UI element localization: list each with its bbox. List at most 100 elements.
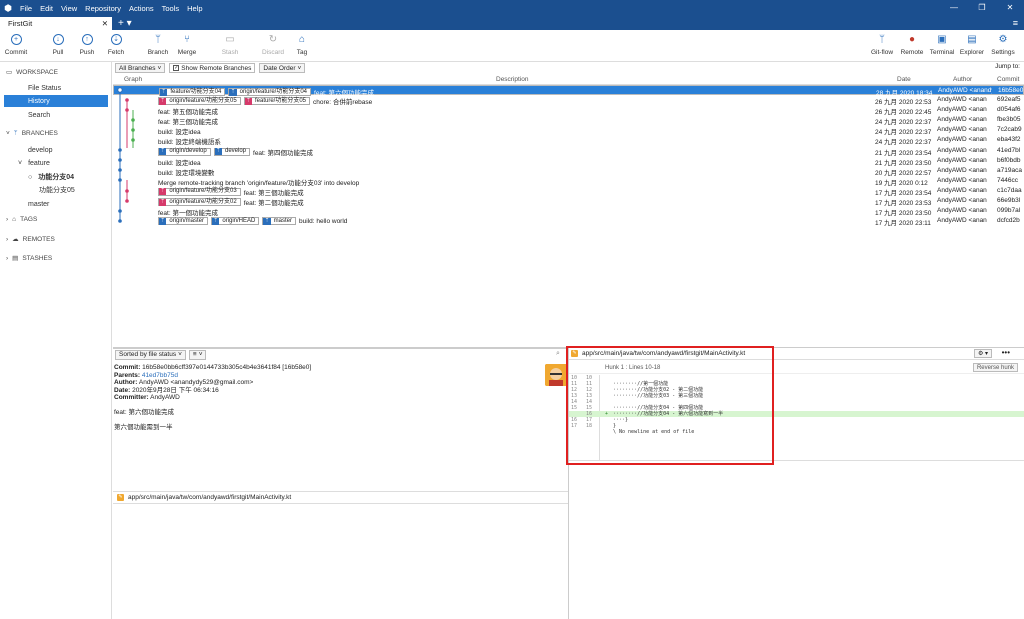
stash-icon: ▭: [225, 33, 235, 45]
branch-label[interactable]: ᛘ master: [262, 217, 296, 226]
commit-row[interactable]: build: 設定idea 21 九月 2020 23:50 AndyAWD <an…: [113, 156, 1024, 167]
changed-file-row[interactable]: ✎ app/src/main/java/tw/com/andyawd/first…: [113, 491, 568, 504]
commit-hash: a719aca: [997, 166, 1022, 174]
menu-actions[interactable]: Actions: [129, 4, 154, 13]
new-tab-button[interactable]: + ▾: [112, 17, 138, 30]
commit-row[interactable]: ᛘ origin/feature/功能分支03 feat: 第三個功能完成 17 九月…: [113, 186, 1024, 197]
order-select[interactable]: Date Order ˅: [259, 63, 306, 73]
menu-file[interactable]: File: [20, 4, 32, 13]
branch-label[interactable]: ᛘ origin/feature/功能分支03: [158, 187, 241, 196]
explorer-button[interactable]: ▤ Explorer: [956, 32, 988, 57]
window-controls: — ❐ ✕: [940, 0, 1024, 16]
branch-name: origin/HEAD: [222, 217, 256, 224]
menu-repository[interactable]: Repository: [85, 4, 121, 13]
commit-row[interactable]: build: 設定環境變數 20 九月 2020 22:57 AndyAWD <an…: [113, 166, 1024, 177]
workspace-section[interactable]: ▭ WORKSPACE: [6, 68, 58, 77]
branch-label[interactable]: ᛘ origin/HEAD: [211, 217, 260, 226]
fetch-button[interactable]: ⇣ Fetch: [100, 32, 132, 56]
sidebar-item-file-status[interactable]: File Status: [4, 82, 108, 94]
sidebar-item-feature-05[interactable]: 功能分支05: [4, 184, 108, 196]
branches-section[interactable]: ˅ ᛘ BRANCHES: [6, 130, 58, 137]
column-commit[interactable]: Commit: [997, 76, 1019, 83]
sidebar-item-feature[interactable]: ˅ feature: [4, 157, 108, 169]
maximize-icon[interactable]: ❐: [968, 0, 996, 16]
stashes-section[interactable]: › ▤ STASHES: [6, 254, 52, 263]
view-mode-select[interactable]: ≡ ˅: [188, 349, 207, 360]
reverse-hunk-button[interactable]: Reverse hunk: [972, 363, 1018, 372]
branch-button[interactable]: ᛘ Branch: [142, 32, 174, 57]
sidebar-item-master[interactable]: master: [4, 198, 108, 210]
tab-firstgit[interactable]: FirstGit ✕: [0, 17, 112, 30]
commit-author: AndyAWD <anan: [937, 116, 987, 124]
commit-list: ᛘ feature/功能分支04 ᛘ origin/feature/功能分支04 fea…: [113, 85, 1024, 227]
branch-name: origin/feature/功能分支05: [169, 97, 237, 104]
chevron-right-icon: ›: [6, 254, 9, 262]
sidebar-item-history[interactable]: History: [4, 95, 108, 107]
column-date[interactable]: Date: [897, 76, 911, 83]
branch-label[interactable]: ᛘ origin/feature/功能分支05: [158, 97, 241, 106]
plus-circle-icon: +: [10, 33, 22, 45]
graph-node: [125, 108, 129, 112]
jump-to-label: Jump to:: [995, 63, 1020, 70]
column-description[interactable]: Description: [496, 76, 529, 83]
commit-row[interactable]: feat: 第五個功能完成 26 九月 2020 22:45 AndyAWD <an…: [113, 105, 1024, 116]
commit-button[interactable]: + Commit: [0, 32, 32, 56]
commit-row[interactable]: feat: 第三個功能完成 24 九月 2020 22:37 AndyAWD <an…: [113, 115, 1024, 126]
close-window-icon[interactable]: ✕: [996, 0, 1024, 16]
parent-link[interactable]: 41ed7bb75d: [142, 372, 178, 379]
tab-close-icon[interactable]: ✕: [102, 19, 108, 28]
search-icon[interactable]: ⌕: [556, 350, 560, 358]
branch-tag-icon: ᛘ: [159, 188, 167, 196]
sidebar-item-feature-04[interactable]: ○ 功能分支04: [4, 171, 108, 183]
branch-label[interactable]: ᛘ origin/feature/功能分支02: [158, 198, 241, 207]
gitflow-button[interactable]: ᛘ Git-flow: [866, 32, 898, 57]
terminal-button[interactable]: ▣ Terminal: [926, 32, 958, 57]
sourcetree-logo-icon: ⬢: [4, 2, 12, 13]
branch-filter-select[interactable]: All Branches ˅: [115, 63, 166, 73]
commit-hash: d054af6: [997, 106, 1021, 114]
commit-row[interactable]: build: 設定終端機語系 24 九月 2020 22:37 AndyAWD <a…: [113, 135, 1024, 146]
settings-button[interactable]: ⚙ Settings: [987, 32, 1019, 57]
commit-row[interactable]: Merge remote-tracking branch 'origin/fea…: [113, 176, 1024, 187]
commit-row[interactable]: feat: 第一個功能完成 17 九月 2020 23:50 AndyAWD <an…: [113, 206, 1024, 217]
commit-row[interactable]: ᛘ origin/master ᛘ origin/HEAD ᛘ master build: …: [113, 216, 1024, 227]
tags-section[interactable]: › ⌂ TAGS: [6, 216, 37, 223]
branch-label[interactable]: ᛘ origin/master: [158, 217, 208, 226]
merge-icon: ⑂: [184, 33, 190, 45]
sidebar: ▭ WORKSPACE File Status History Search ˅ ᛘ…: [0, 62, 112, 619]
branch-tag-icon: ᛘ: [263, 217, 271, 225]
merge-button[interactable]: ⑂ Merge: [171, 32, 203, 57]
commit-row[interactable]: ᛘ origin/feature/功能分支05 ᛘ feature/功能分支05 cho…: [113, 95, 1024, 106]
sidebar-item-search[interactable]: Search: [4, 109, 108, 121]
diff-options-button[interactable]: ⚙ ▾: [974, 349, 992, 358]
column-author[interactable]: Author: [953, 76, 972, 83]
more-options-icon[interactable]: •••: [1002, 348, 1010, 357]
branch-label[interactable]: ᛘ develop: [213, 147, 251, 156]
minimize-icon[interactable]: —: [940, 0, 968, 16]
sidebar-item-develop[interactable]: develop: [4, 144, 108, 156]
chevron-down-icon: ˅: [297, 64, 302, 72]
commit-row[interactable]: ᛘ origin/feature/功能分支02 feat: 第二個功能完成 17 九月…: [113, 196, 1024, 207]
commit-hash: 692eaf5: [997, 96, 1021, 104]
branch-label[interactable]: ᛘ origin/develop: [158, 147, 211, 156]
menu-view[interactable]: View: [61, 4, 77, 13]
menu-help[interactable]: Help: [187, 4, 202, 13]
discard-button[interactable]: ↻ Discard: [257, 32, 289, 57]
hamburger-menu-icon[interactable]: ≡: [1013, 16, 1018, 30]
branch-tag-icon: ᛘ: [159, 97, 167, 105]
remote-button[interactable]: ● Remote: [896, 32, 928, 57]
menu-edit[interactable]: Edit: [40, 4, 53, 13]
commit-row[interactable]: build: 設定idea 24 九月 2020 22:37 AndyAWD <an…: [113, 125, 1024, 136]
sort-select[interactable]: Sorted by file status ˅: [115, 349, 186, 360]
commit-row[interactable]: ᛘ feature/功能分支04 ᛘ origin/feature/功能分支04 fea…: [113, 85, 1024, 97]
stash-button[interactable]: ▭ Stash: [214, 32, 246, 57]
show-remote-branches-checkbox[interactable]: ✓ Show Remote Branches: [169, 63, 256, 73]
branch-label[interactable]: ᛘ feature/功能分支05: [243, 97, 311, 106]
column-graph[interactable]: Graph: [124, 76, 142, 83]
tag-button[interactable]: ⌂ Tag: [286, 32, 318, 57]
remotes-section[interactable]: › ☁ REMOTES: [6, 235, 55, 244]
menu-tools[interactable]: Tools: [162, 4, 180, 13]
commit-row[interactable]: ᛘ origin/develop ᛘ develop feat: 第四個功能完成 21 九…: [113, 146, 1024, 157]
pull-button[interactable]: ↓ Pull: [42, 32, 74, 56]
push-button[interactable]: ↑ Push: [71, 32, 103, 56]
